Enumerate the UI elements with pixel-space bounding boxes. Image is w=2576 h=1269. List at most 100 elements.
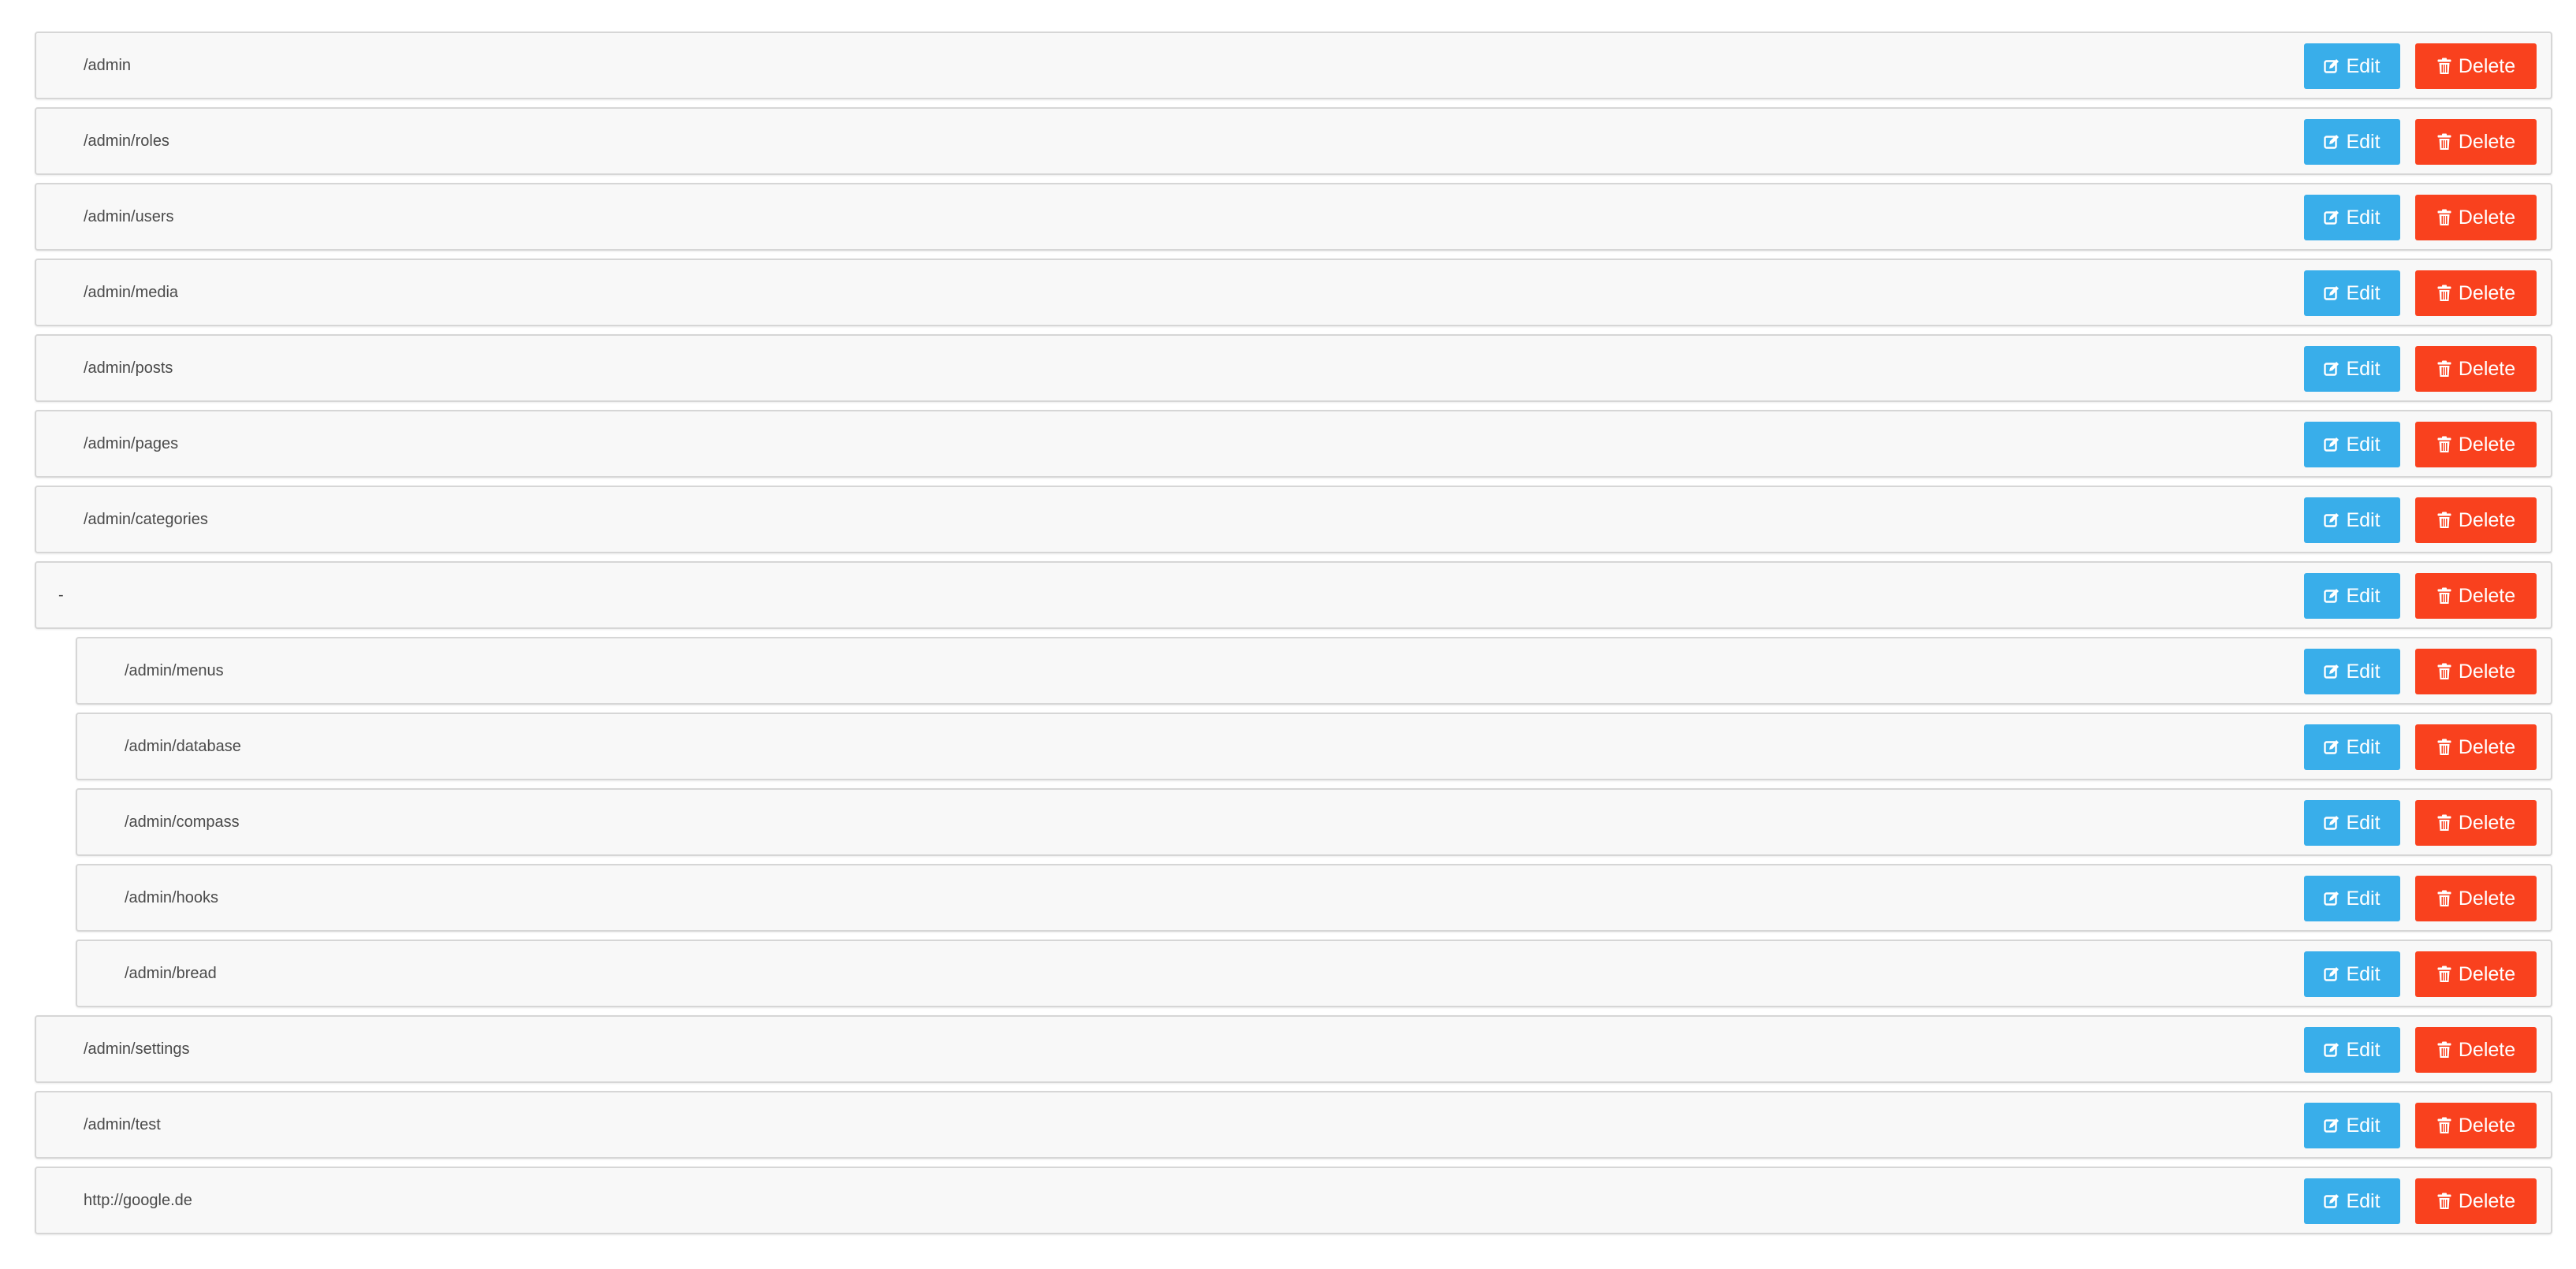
edit-icon	[2324, 285, 2340, 302]
menu-item[interactable]: /admin/categories Edit Delete	[35, 486, 2552, 553]
menu-item[interactable]: /admin Edit Delete	[35, 32, 2552, 99]
trash-icon	[2436, 1117, 2452, 1134]
menu-item-child[interactable]: /admin/bread Edit Delete	[76, 940, 2552, 1007]
delete-button[interactable]: Delete	[2415, 270, 2537, 316]
edit-icon	[2324, 133, 2340, 151]
edit-button[interactable]: Edit	[2304, 346, 2400, 392]
edit-button[interactable]: Edit	[2304, 876, 2400, 921]
edit-button[interactable]: Edit	[2304, 497, 2400, 543]
trash-icon	[2436, 663, 2452, 680]
edit-button[interactable]: Edit	[2304, 119, 2400, 165]
edit-button-label: Edit	[2346, 1114, 2381, 1137]
edit-icon	[2324, 1041, 2340, 1059]
edit-button-label: Edit	[2346, 735, 2381, 758]
delete-button[interactable]: Delete	[2415, 951, 2537, 997]
delete-button[interactable]: Delete	[2415, 876, 2537, 921]
delete-button-label: Delete	[2458, 584, 2516, 607]
edit-icon	[2324, 360, 2340, 378]
delete-button[interactable]: Delete	[2415, 119, 2537, 165]
trash-icon	[2436, 512, 2452, 529]
menu-item-url: /admin/test	[84, 1116, 161, 1133]
edit-icon	[2324, 512, 2340, 529]
menu-item[interactable]: /admin/test Edit Delete	[35, 1091, 2552, 1159]
menu-item-url: /admin/hooks	[125, 889, 218, 906]
menu-item-child[interactable]: /admin/hooks Edit Delete	[76, 864, 2552, 932]
menu-item-child[interactable]: /admin/database Edit Delete	[76, 713, 2552, 780]
delete-button-label: Delete	[2458, 1038, 2516, 1061]
edit-button-label: Edit	[2346, 584, 2381, 607]
menu-item-child[interactable]: /admin/menus Edit Delete	[76, 637, 2552, 705]
menu-item[interactable]: /admin/media Edit Delete	[35, 259, 2552, 326]
delete-button-label: Delete	[2458, 962, 2516, 985]
menu-item-url: /admin	[84, 57, 132, 74]
delete-button[interactable]: Delete	[2415, 1027, 2537, 1073]
edit-icon	[2324, 587, 2340, 605]
menu-item-url: /admin/menus	[125, 662, 224, 679]
edit-button-label: Edit	[2346, 130, 2381, 153]
menu-item-url: /admin/compass	[125, 813, 240, 831]
edit-button-label: Edit	[2346, 54, 2381, 77]
edit-button[interactable]: Edit	[2304, 1103, 2400, 1148]
menu-item[interactable]: /admin/pages Edit Delete	[35, 410, 2552, 478]
menu-item[interactable]: /admin/settings Edit Delete	[35, 1015, 2552, 1083]
delete-button[interactable]: Delete	[2415, 800, 2537, 846]
menu-item-parent[interactable]: - Edit Delete	[35, 561, 2552, 629]
trash-icon	[2436, 285, 2452, 302]
edit-button[interactable]: Edit	[2304, 1027, 2400, 1073]
menu-item-url: /admin/settings	[84, 1040, 190, 1058]
edit-button[interactable]: Edit	[2304, 573, 2400, 619]
delete-button-label: Delete	[2458, 130, 2516, 153]
delete-button-label: Delete	[2458, 660, 2516, 683]
edit-button[interactable]: Edit	[2304, 270, 2400, 316]
edit-button-label: Edit	[2346, 281, 2381, 304]
edit-button[interactable]: Edit	[2304, 649, 2400, 694]
menu-item[interactable]: /admin/posts Edit Delete	[35, 334, 2552, 402]
trash-icon	[2436, 360, 2452, 378]
menu-item[interactable]: /admin/roles Edit Delete	[35, 107, 2552, 175]
delete-button[interactable]: Delete	[2415, 724, 2537, 770]
delete-button[interactable]: Delete	[2415, 1103, 2537, 1148]
edit-icon	[2324, 814, 2340, 832]
delete-button[interactable]: Delete	[2415, 1178, 2537, 1224]
trash-icon	[2436, 58, 2452, 75]
edit-button-label: Edit	[2346, 811, 2381, 834]
menu-item[interactable]: http://google.de Edit Delete	[35, 1167, 2552, 1234]
trash-icon	[2436, 739, 2452, 756]
edit-icon	[2324, 58, 2340, 75]
delete-button-label: Delete	[2458, 735, 2516, 758]
menu-item-child[interactable]: /admin/compass Edit Delete	[76, 788, 2552, 856]
edit-button[interactable]: Edit	[2304, 195, 2400, 240]
edit-button[interactable]: Edit	[2304, 43, 2400, 89]
edit-button[interactable]: Edit	[2304, 422, 2400, 467]
delete-button-label: Delete	[2458, 357, 2516, 380]
edit-button[interactable]: Edit	[2304, 1178, 2400, 1224]
delete-button[interactable]: Delete	[2415, 346, 2537, 392]
edit-button[interactable]: Edit	[2304, 800, 2400, 846]
delete-button[interactable]: Delete	[2415, 43, 2537, 89]
edit-button-label: Edit	[2346, 508, 2381, 531]
menu-item[interactable]: /admin/users Edit Delete	[35, 183, 2552, 251]
trash-icon	[2436, 814, 2452, 832]
menu-item-url: /admin/bread	[125, 965, 217, 982]
edit-icon	[2324, 739, 2340, 756]
delete-button[interactable]: Delete	[2415, 649, 2537, 694]
menu-item-url: /admin/roles	[84, 132, 169, 150]
edit-icon	[2324, 1193, 2340, 1210]
trash-icon	[2436, 1193, 2452, 1210]
delete-button-label: Delete	[2458, 887, 2516, 910]
menu-item-url: /admin/categories	[84, 511, 208, 528]
edit-button-label: Edit	[2346, 1038, 2381, 1061]
delete-button[interactable]: Delete	[2415, 497, 2537, 543]
delete-button-label: Delete	[2458, 811, 2516, 834]
delete-button[interactable]: Delete	[2415, 422, 2537, 467]
edit-button[interactable]: Edit	[2304, 724, 2400, 770]
edit-button-label: Edit	[2346, 433, 2381, 456]
menu-item-url: -	[58, 586, 64, 604]
edit-button[interactable]: Edit	[2304, 951, 2400, 997]
menu-item-url: /admin/media	[84, 284, 179, 301]
edit-button-label: Edit	[2346, 887, 2381, 910]
delete-button[interactable]: Delete	[2415, 195, 2537, 240]
delete-button-label: Delete	[2458, 1189, 2516, 1212]
delete-button-label: Delete	[2458, 206, 2516, 229]
delete-button[interactable]: Delete	[2415, 573, 2537, 619]
